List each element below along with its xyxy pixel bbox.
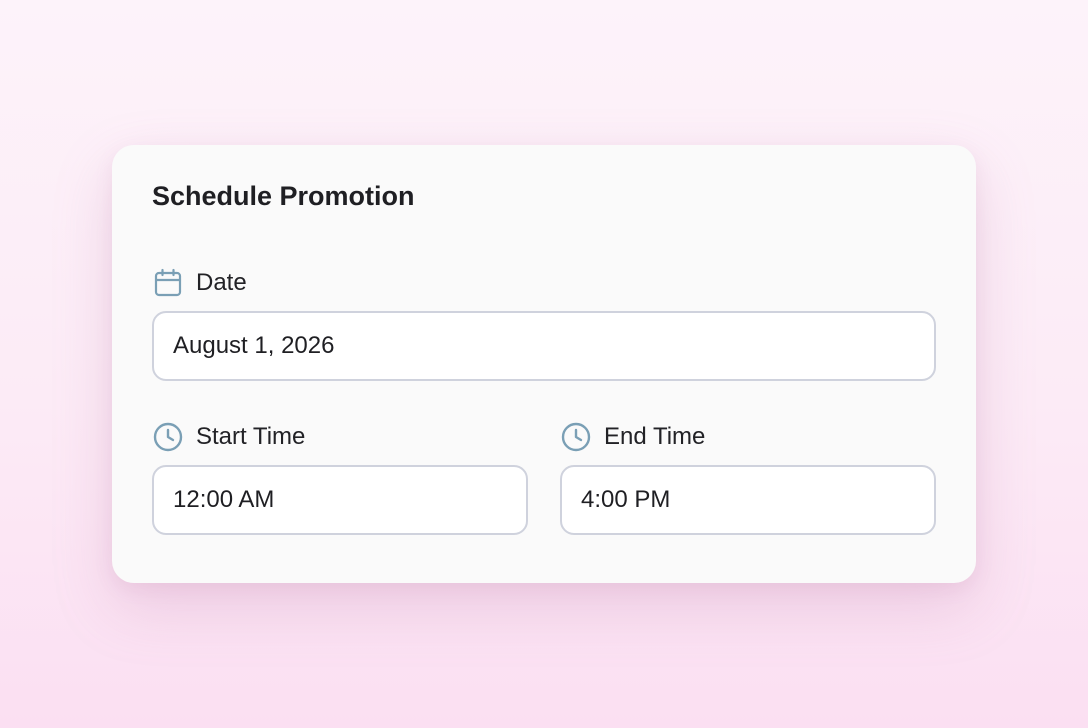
date-label-row: Date [152,267,247,299]
clock-icon [152,421,184,453]
date-field[interactable]: August 1, 2026 [152,311,936,381]
schedule-promotion-card: Schedule Promotion Date August 1, 2026 S… [112,145,976,583]
card-title: Schedule Promotion [152,181,415,211]
clock-icon [560,421,592,453]
end-time-label: End Time [604,423,706,450]
start-time-label: Start Time [196,423,306,450]
calendar-icon [152,267,184,299]
start-time-label-row: Start Time [152,421,305,453]
end-time-label-row: End Time [560,421,705,453]
start-time-field[interactable]: 12:00 AM [152,465,528,535]
end-time-field[interactable]: 4:00 PM [560,465,936,535]
date-label: Date [196,269,247,296]
